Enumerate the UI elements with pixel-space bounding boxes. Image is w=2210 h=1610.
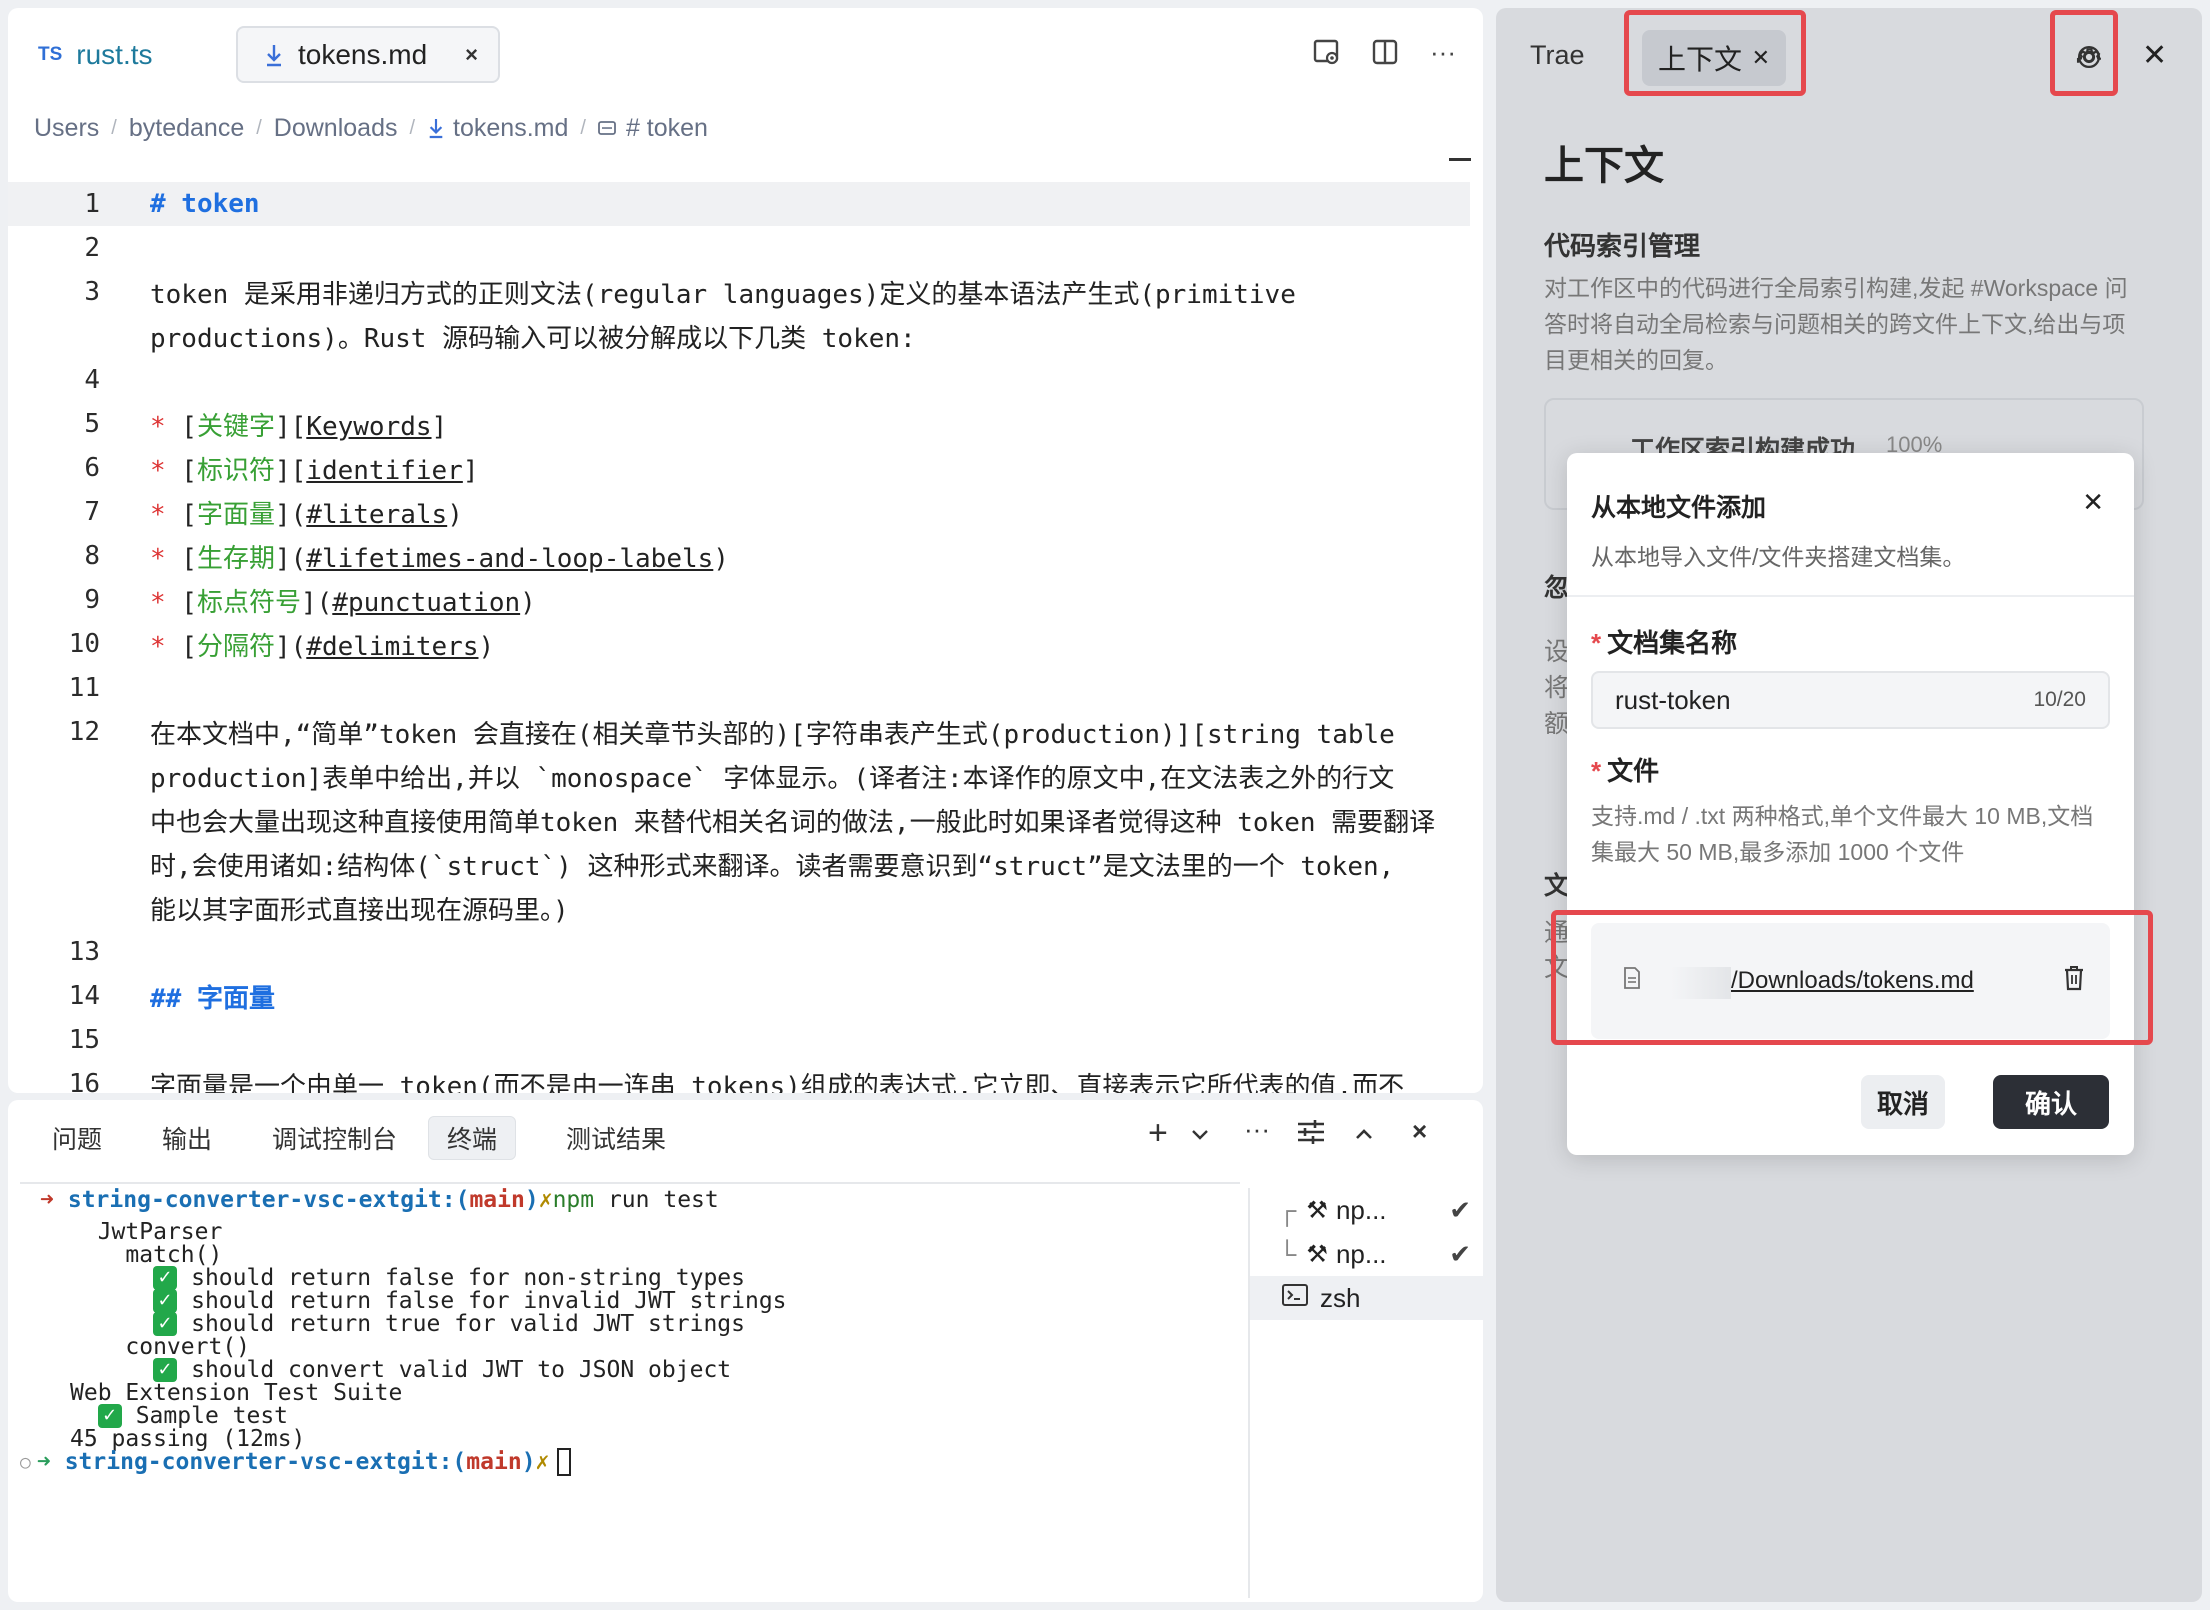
tab-terminal[interactable]: 终端	[428, 1116, 517, 1160]
dialog-subtitle: 从本地导入文件/文件夹搭建文档集。	[1591, 544, 1966, 570]
close-icon[interactable]: ✕	[2142, 38, 2167, 73]
add-terminal-icon[interactable]: +	[1148, 1114, 1168, 1153]
prompt-arrow-icon: ➜	[36, 1449, 51, 1475]
close-icon[interactable]: ×	[1412, 1116, 1427, 1147]
settings-sliders-icon[interactable]	[1296, 1118, 1326, 1153]
close-icon[interactable]: ×	[465, 42, 478, 68]
tab-output[interactable]: 输出	[144, 1116, 230, 1160]
breadcrumb: Users / bytedance / Downloads / tokens.md / …	[34, 113, 708, 143]
code-line: 1 # token	[8, 182, 1470, 226]
prompt-arrow-icon: ➜	[40, 1187, 54, 1213]
check-icon: ✔	[1449, 1194, 1471, 1225]
markdown-download-icon	[429, 119, 443, 139]
markdown-download-icon	[267, 44, 281, 66]
tab-label: tokens.md	[298, 38, 428, 70]
typescript-icon: TS	[38, 43, 63, 65]
heading-icon	[598, 121, 616, 135]
field-label: * 文档集名称	[1591, 628, 1738, 658]
tools-icon: ⚒	[1306, 1240, 1328, 1268]
add-local-files-dialog: 从本地文件添加 ✕ 从本地导入文件/文件夹搭建文档集。 * 文档集名称 rust-…	[1567, 453, 2134, 1155]
tab-test-results[interactable]: 测试结果	[548, 1116, 684, 1160]
section-description: 对工作区中的代码进行全局索引构建,发起 #Workspace 问答时将自动全局检…	[1544, 275, 2128, 373]
char-count: 10/20	[2033, 688, 2086, 711]
more-icon[interactable]: ···	[1427, 36, 1459, 68]
minimap-indicator[interactable]	[1449, 158, 1471, 161]
terminal-list-item[interactable]: zsh	[1250, 1276, 1483, 1320]
close-icon[interactable]: ✕	[2082, 487, 2104, 518]
chevron-up-icon[interactable]	[1354, 1120, 1374, 1151]
divider	[1567, 595, 2134, 597]
code-area[interactable]: 1 # token 2 3 token 是采用非递归方式的正则文法(regular …	[8, 170, 1483, 1093]
editor-tab-bar: TS rust.ts tokens.md × ···	[8, 8, 1483, 98]
tab-debug-console[interactable]: 调试控制台	[254, 1116, 415, 1160]
confirm-button[interactable]: 确认	[1993, 1075, 2109, 1129]
breadcrumb-item[interactable]: Users	[34, 114, 99, 143]
check-icon: ✔	[1449, 1238, 1471, 1269]
more-icon[interactable]: ···	[1244, 1114, 1270, 1145]
chevron-down-icon[interactable]	[1190, 1120, 1210, 1151]
cursor	[557, 1448, 572, 1476]
status-circle-icon: ○	[20, 1451, 31, 1473]
highlight-box	[1551, 910, 2153, 1045]
terminal-icon	[1282, 1283, 1308, 1314]
preview-icon[interactable]	[1311, 36, 1343, 68]
editor-pane: TS rust.ts tokens.md × ··· Users / byteda…	[8, 8, 1483, 1093]
tab-rust-ts[interactable]: TS rust.ts	[38, 26, 153, 83]
tab-trae[interactable]: Trae	[1530, 40, 1585, 71]
files-hint: 支持.md / .txt 两种格式,单个文件最大 10 MB,文档集最大 50 …	[1591, 803, 2094, 865]
tab-label: rust.ts	[76, 38, 153, 70]
field-label: * 文件	[1591, 756, 1660, 786]
cancel-button[interactable]: 取消	[1861, 1075, 1945, 1129]
tab-problems[interactable]: 问题	[34, 1116, 120, 1160]
terminal-list: ┌ ⚒ np... ✔ └ ⚒ np... ✔ zsh	[1248, 1188, 1483, 1598]
breadcrumb-item[interactable]: # token	[626, 114, 708, 143]
terminal-list-item[interactable]: └ ⚒ np... ✔	[1250, 1232, 1483, 1276]
collection-name-input[interactable]: rust-token 10/20	[1591, 671, 2110, 729]
dialog-title: 从本地文件添加	[1591, 494, 1767, 522]
highlight-box	[2050, 10, 2118, 96]
highlight-box	[1624, 10, 1806, 96]
terminal-line: ➜ string-converter-vsc-ext git:(main) ✗ n…	[40, 1187, 719, 1213]
split-editor-icon[interactable]	[1369, 36, 1401, 68]
page-title: 上下文	[1544, 144, 1664, 188]
panel-tabs: 问题 输出 调试控制台 终端 测试结果 + ··· ×	[8, 1100, 1483, 1172]
terminal-list-item[interactable]: ┌ ⚒ np... ✔	[1250, 1188, 1483, 1232]
tab-tokens-md[interactable]: tokens.md ×	[236, 26, 500, 83]
breadcrumb-item[interactable]: bytedance	[129, 114, 244, 143]
bottom-panel: 问题 输出 调试控制台 终端 测试结果 + ··· × ➜ string-conv…	[8, 1100, 1483, 1602]
section-heading: 代码索引管理	[1544, 231, 1701, 261]
tools-icon: ⚒	[1306, 1196, 1328, 1224]
terminal[interactable]: ➜ string-converter-vsc-ext git:(main) ✗ n…	[20, 1182, 1240, 1592]
breadcrumb-item[interactable]: tokens.md	[453, 114, 568, 143]
breadcrumb-item[interactable]: Downloads	[274, 114, 398, 143]
terminal-line: ○ ➜ string-converter-vsc-ext git:(main) ✗	[20, 1446, 572, 1478]
